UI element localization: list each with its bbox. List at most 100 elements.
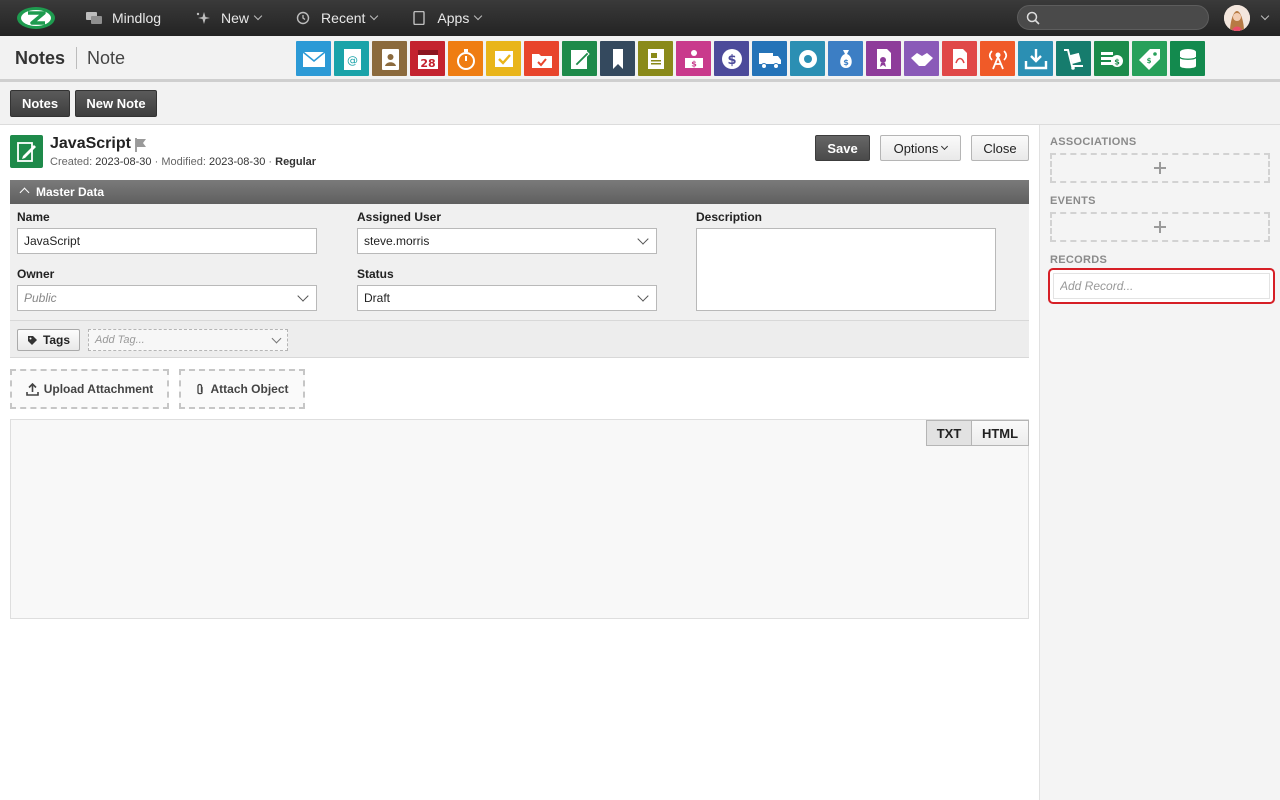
nav-new[interactable]: New [195, 10, 263, 26]
add-association-box[interactable] [1050, 153, 1270, 183]
module-title[interactable]: Notes [15, 48, 65, 69]
messages-icon [86, 11, 102, 25]
documents-app-icon[interactable] [638, 41, 673, 76]
mail-app-icon[interactable] [296, 41, 331, 76]
tasks-app-icon[interactable] [486, 41, 521, 76]
projects-app-icon[interactable] [524, 41, 559, 76]
pos-app-icon[interactable]: $ [676, 41, 711, 76]
address-book-app-icon[interactable]: @ [334, 41, 369, 76]
assigned-user-select[interactable]: steve.morris [357, 228, 657, 254]
chevron-down-icon [474, 11, 483, 21]
svg-text:$: $ [1146, 57, 1151, 65]
modified-date: 2023-08-30 [209, 156, 266, 168]
status-value: Draft [364, 291, 391, 305]
description-textarea[interactable] [696, 228, 996, 311]
zoho-logo-icon[interactable] [14, 4, 58, 32]
chevron-up-icon [19, 187, 30, 198]
sub-toolbar: Notes New Note [0, 82, 1280, 125]
status-label: Status [357, 267, 394, 281]
contracts-app-icon[interactable] [866, 41, 901, 76]
pdf-app-icon[interactable] [942, 41, 977, 76]
shipping-app-icon[interactable] [752, 41, 787, 76]
upload-attachment-button[interactable]: Upload Attachment [10, 369, 169, 409]
contacts-app-icon[interactable] [372, 41, 407, 76]
nav-recent[interactable]: Recent [295, 10, 379, 26]
owner-value: Public [24, 291, 57, 305]
stopwatch-app-icon[interactable] [448, 41, 483, 76]
add-record-input[interactable] [1053, 273, 1270, 299]
name-field-value: JavaScript [24, 234, 81, 248]
user-avatar[interactable] [1224, 5, 1250, 31]
options-button[interactable]: Options [880, 135, 961, 161]
txt-mode-button[interactable]: TXT [926, 420, 972, 446]
price-tag-app-icon[interactable]: $ [1132, 41, 1167, 76]
nav-mindlog-label: Mindlog [112, 10, 162, 26]
tags-button[interactable]: Tags [17, 329, 80, 351]
cash-app-icon[interactable]: $ [1094, 41, 1129, 76]
download-app-icon[interactable] [1018, 41, 1053, 76]
owner-label: Owner [17, 267, 55, 281]
money-bag-app-icon[interactable]: $ [828, 41, 863, 76]
record-main: JavaScript Created: 2023-08-30 · Modifie… [0, 125, 1039, 800]
note-editor[interactable]: TXT HTML [10, 419, 1029, 619]
calendar-app-icon[interactable]: 28 [410, 41, 445, 76]
nav-recent-label: Recent [321, 10, 366, 26]
meta-separator: · [154, 156, 159, 168]
chevron-down-icon [637, 233, 649, 245]
add-tag-input[interactable]: Add Tag... [88, 329, 288, 351]
assigned-user-value: steve.morris [364, 234, 430, 248]
meta-separator: · [268, 156, 273, 168]
search-input[interactable] [1046, 9, 1202, 26]
tags-button-label: Tags [42, 333, 71, 347]
notes-list-button[interactable]: Notes [10, 90, 70, 117]
history-icon [295, 11, 311, 25]
broadcast-app-icon[interactable] [980, 41, 1015, 76]
attach-object-label: Attach Object [210, 382, 289, 396]
close-button[interactable]: Close [971, 135, 1029, 161]
paperclip-icon [197, 383, 204, 394]
chevron-down-icon [297, 290, 309, 302]
add-event-box[interactable] [1050, 212, 1270, 242]
status-select[interactable]: Draft [357, 285, 657, 311]
deals-app-icon[interactable] [904, 41, 939, 76]
svg-text:$: $ [1114, 57, 1120, 66]
global-search[interactable] [1017, 5, 1209, 30]
chevron-down-icon[interactable] [1260, 11, 1270, 21]
support-app-icon[interactable] [790, 41, 825, 76]
new-note-button[interactable]: New Note [75, 90, 157, 117]
html-mode-button[interactable]: HTML [971, 420, 1029, 446]
database-app-icon[interactable] [1170, 41, 1205, 76]
title-divider [76, 47, 77, 69]
top-bar: Mindlog New Recent Apps [0, 0, 1280, 36]
finance-app-icon[interactable]: $ [714, 41, 749, 76]
bookmarks-app-icon[interactable] [600, 41, 635, 76]
chevron-down-icon [370, 11, 379, 21]
notes-app-icon[interactable] [562, 41, 597, 76]
chevron-down-icon [253, 11, 263, 21]
tag-icon [27, 335, 37, 345]
name-field[interactable]: JavaScript [17, 228, 317, 254]
app-launcher-bar: @ 28 $ $ $ $ $ [296, 41, 1208, 76]
nav-apps-label: Apps [437, 10, 470, 26]
owner-select[interactable]: Public [17, 285, 317, 311]
nav-new-label: New [221, 10, 250, 26]
master-data-title: Master Data [36, 185, 105, 199]
record-status-tag: Regular [275, 156, 317, 168]
attach-object-button[interactable]: Attach Object [179, 369, 305, 409]
nav-apps[interactable]: Apps [411, 10, 483, 26]
inventory-app-icon[interactable] [1056, 41, 1091, 76]
options-button-label: Options [893, 140, 939, 156]
svg-text:$: $ [843, 58, 849, 67]
nav-mindlog[interactable]: Mindlog [86, 10, 161, 26]
svg-text:28: 28 [420, 57, 435, 70]
module-header: Notes Note @ 28 $ $ $ $ $ [0, 36, 1280, 82]
flag-icon[interactable] [134, 137, 148, 156]
plus-icon [1154, 162, 1166, 174]
upload-attachment-label: Upload Attachment [43, 382, 154, 396]
chevron-down-icon [941, 142, 949, 150]
save-button[interactable]: Save [815, 135, 870, 161]
tablet-icon [411, 11, 427, 25]
add-tag-placeholder: Add Tag... [95, 334, 145, 346]
plus-icon [1154, 221, 1166, 233]
master-data-header[interactable]: Master Data [10, 180, 1029, 204]
